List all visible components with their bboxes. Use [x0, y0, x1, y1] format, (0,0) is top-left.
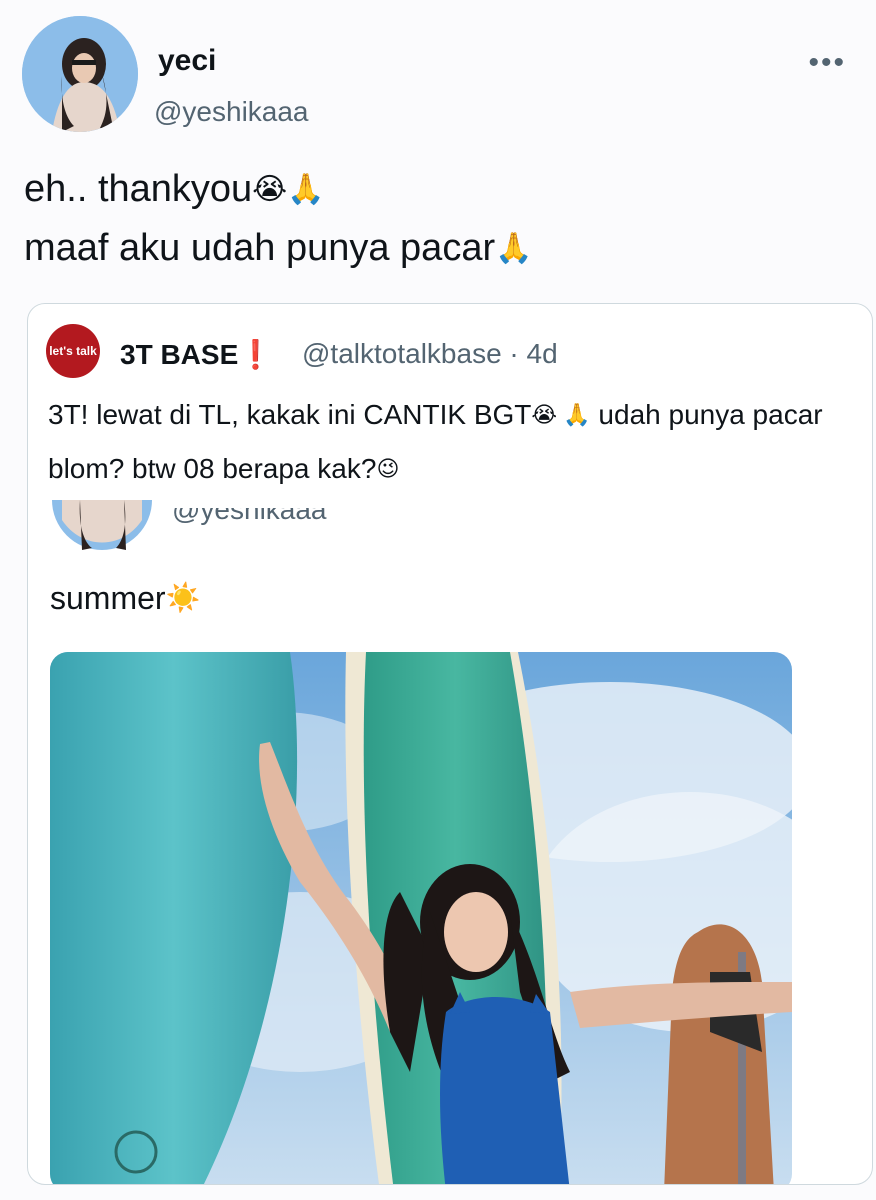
quote-author-name-text: 3T BASE [120, 339, 239, 370]
avatar-photo-icon [22, 16, 138, 132]
quote-body: 3T! lewat di TL, kakak ini CANTIK BGT😭 🙏… [48, 388, 848, 496]
crying-praying-emoji: 😭 🙏 [531, 402, 591, 427]
tweet-line-2-text: maaf aku udah punya pacar [24, 227, 496, 269]
crying-praying-emoji: 😭🙏 [252, 173, 325, 206]
tweet-line-2: maaf aku udah punya pacar🙏 [24, 219, 854, 278]
winking-emoji: 😉 [376, 456, 400, 481]
quote-author-avatar[interactable]: let's talk [46, 324, 100, 378]
author-handle[interactable]: @yeshikaaa [154, 96, 309, 128]
sun-emoji: ☀️ [165, 582, 201, 613]
more-options-icon[interactable]: ••• [808, 46, 846, 80]
praying-emoji: 🙏 [495, 232, 533, 265]
tweet-body: eh.. thankyou😭🙏 maaf aku udah punya paca… [24, 160, 854, 278]
quote-author-handle-time[interactable]: @talktotalkbase · 4d [302, 338, 558, 370]
quoted-tweet[interactable]: let's talk 3T BASE❗ @talktotalkbase · 4d… [27, 303, 873, 1185]
inner-author-handle: @yeshikaaa [172, 508, 327, 530]
quote-body-part1: 3T! lewat di TL, kakak ini CANTIK BGT [48, 399, 532, 430]
inner-avatar-photo-icon [52, 500, 152, 550]
quote-author-name[interactable]: 3T BASE❗ [120, 338, 273, 371]
surf-photo-image [50, 652, 792, 1184]
author-avatar[interactable] [22, 16, 138, 132]
quote-logo-text: let's talk [49, 344, 97, 358]
author-display-name[interactable]: yeci [158, 44, 216, 78]
exclamation-icon: ❗ [238, 339, 274, 370]
tweet-header: yeci @yeshikaaa ••• [22, 16, 856, 136]
tweet-line-1: eh.. thankyou😭🙏 [24, 160, 854, 219]
tweet-line-1-text: eh.. thankyou [24, 168, 253, 210]
tweet-photo[interactable] [50, 652, 792, 1184]
inner-author-handle-text: @yeshikaaa [172, 508, 327, 525]
inner-author-avatar [52, 500, 152, 554]
inner-tweet-text-label: summer [50, 580, 166, 616]
inner-tweet-text: summer☀️ [50, 580, 200, 617]
